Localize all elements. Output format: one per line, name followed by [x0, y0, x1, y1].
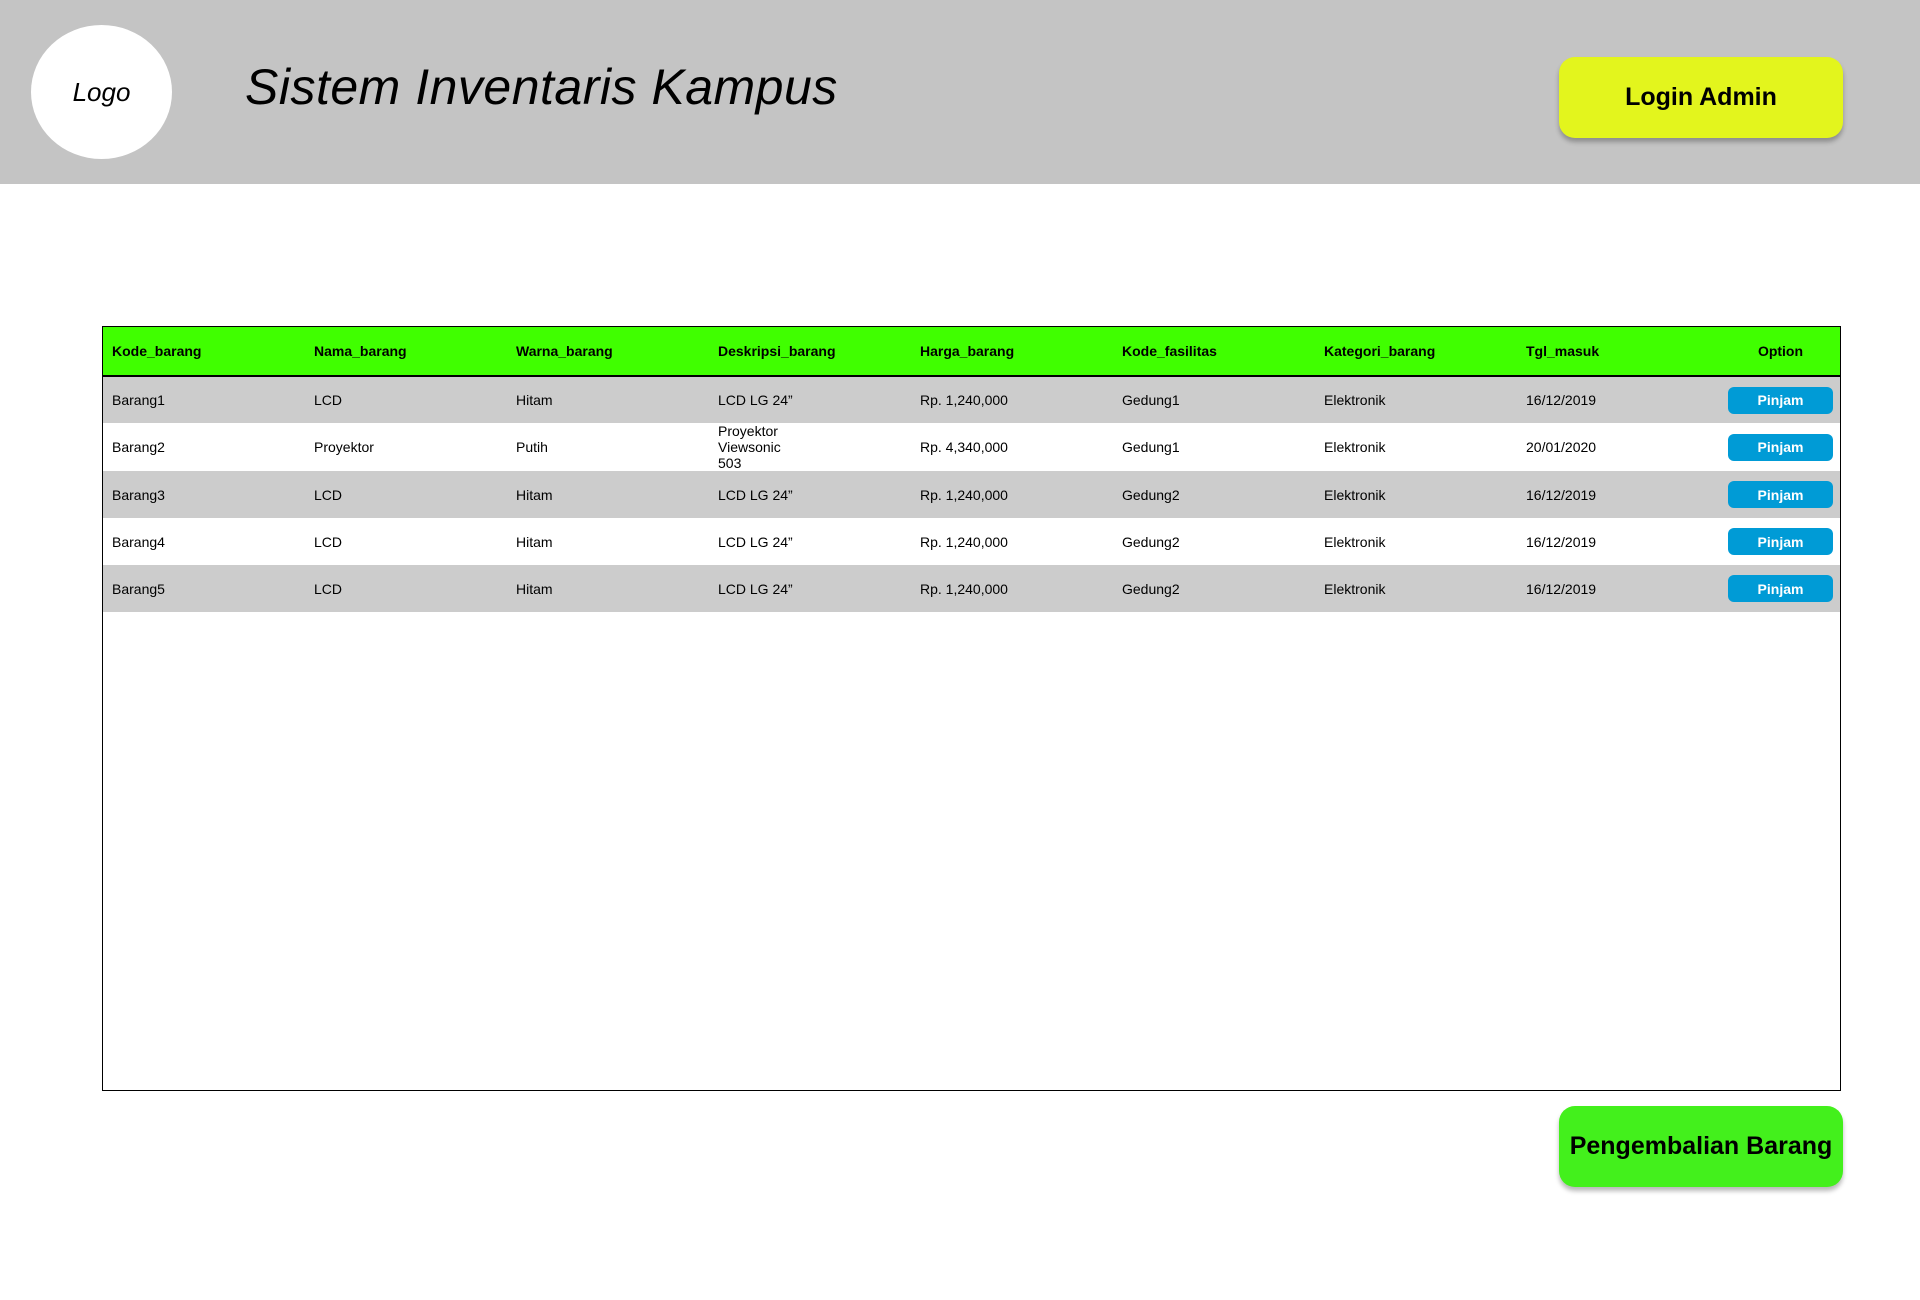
column-header-nama-barang: Nama_barang [305, 327, 507, 377]
cell-tgl-masuk: 16/12/2019 [1526, 486, 1597, 503]
cell-deskripsi-barang: Proyektor Viewsonic 503 [718, 423, 781, 471]
cell-deskripsi-barang: LCD LG 24” [718, 486, 793, 503]
cell-kode-barang: Barang1 [112, 392, 165, 408]
logo[interactable]: Logo [31, 25, 172, 159]
column-header-harga-barang: Harga_barang [911, 327, 1113, 377]
table-row: Barang2 Proyektor Putih Proyektor Viewso… [103, 423, 1840, 471]
column-header-warna-barang: Warna_barang [507, 327, 709, 377]
column-header-kode-barang: Kode_barang [103, 327, 305, 377]
cell-kode-barang: Barang5 [112, 580, 165, 597]
cell-harga-barang: Rp. 4,340,000 [920, 439, 1008, 455]
column-header-deskripsi-barang: Deskripsi_barang [709, 327, 911, 377]
inventory-table-container: Kode_barang Nama_barang Warna_barang Des… [102, 326, 1841, 1091]
cell-nama-barang: LCD [314, 486, 343, 503]
inventory-table: Kode_barang Nama_barang Warna_barang Des… [103, 327, 1840, 612]
cell-option: Pinjam [1719, 423, 1840, 471]
cell-nama-barang: LCD [314, 392, 343, 408]
cell-kode-barang: Barang4 [112, 533, 165, 550]
pinjam-button[interactable]: Pinjam [1728, 528, 1833, 555]
cell-option: Pinjam [1719, 565, 1840, 612]
table-row: Barang3 LCD Hitam LCD LG 24” Rp. 1,240,0… [103, 471, 1840, 518]
table-row: Barang1 LCD Hitam LCD LG 24” Rp. 1,240,0… [103, 376, 1840, 423]
cell-option: Pinjam [1719, 518, 1840, 565]
table-row: Barang4 LCD Hitam LCD LG 24” Rp. 1,240,0… [103, 518, 1840, 565]
cell-kode-fasilitas: Gedung1 [1122, 392, 1180, 408]
pinjam-button[interactable]: Pinjam [1728, 386, 1833, 414]
cell-option: Pinjam [1719, 471, 1840, 518]
cell-deskripsi-barang: LCD LG 24” [718, 580, 793, 597]
cell-warna-barang: Putih [516, 439, 548, 455]
app-header: Logo Sistem Inventaris Kampus Login Admi… [0, 0, 1920, 184]
cell-tgl-masuk: 16/12/2019 [1526, 580, 1597, 597]
cell-tgl-masuk: 16/12/2019 [1526, 392, 1597, 408]
pengembalian-barang-button[interactable]: Pengembalian Barang [1559, 1106, 1843, 1187]
cell-warna-barang: Hitam [516, 533, 553, 550]
cell-harga-barang: Rp. 1,240,000 [920, 533, 1008, 550]
cell-kode-barang: Barang2 [112, 439, 165, 455]
cell-nama-barang: LCD [314, 580, 343, 597]
cell-kode-fasilitas: Gedung1 [1122, 439, 1180, 455]
cell-kode-fasilitas: Gedung2 [1122, 580, 1180, 597]
cell-option: Pinjam [1719, 376, 1840, 423]
cell-tgl-masuk: 20/01/2020 [1526, 439, 1597, 455]
login-admin-button[interactable]: Login Admin [1559, 57, 1843, 138]
cell-kategori-barang: Elektronik [1324, 392, 1386, 408]
cell-deskripsi-barang: LCD LG 24” [718, 533, 793, 550]
cell-kategori-barang: Elektronik [1324, 580, 1386, 597]
cell-harga-barang: Rp. 1,240,000 [920, 580, 1008, 597]
cell-tgl-masuk: 16/12/2019 [1526, 533, 1597, 550]
cell-kategori-barang: Elektronik [1324, 533, 1386, 550]
page-title: Sistem Inventaris Kampus [245, 59, 838, 115]
table-row: Barang5 LCD Hitam LCD LG 24” Rp. 1,240,0… [103, 565, 1840, 612]
cell-nama-barang: LCD [314, 533, 343, 550]
pinjam-button[interactable]: Pinjam [1728, 433, 1833, 461]
cell-kode-fasilitas: Gedung2 [1122, 533, 1180, 550]
cell-warna-barang: Hitam [516, 486, 553, 503]
column-header-kategori-barang: Kategori_barang [1315, 327, 1517, 377]
cell-warna-barang: Hitam [516, 392, 553, 408]
column-header-tgl-masuk: Tgl_masuk [1517, 327, 1719, 377]
cell-harga-barang: Rp. 1,240,000 [920, 392, 1008, 408]
cell-nama-barang: Proyektor [314, 439, 374, 455]
cell-warna-barang: Hitam [516, 580, 553, 597]
cell-kategori-barang: Elektronik [1324, 439, 1386, 455]
pinjam-button[interactable]: Pinjam [1728, 481, 1833, 508]
pinjam-button[interactable]: Pinjam [1728, 575, 1833, 602]
cell-kategori-barang: Elektronik [1324, 486, 1386, 503]
cell-kode-barang: Barang3 [112, 486, 165, 503]
cell-kode-fasilitas: Gedung2 [1122, 486, 1180, 503]
column-header-kode-fasilitas: Kode_fasilitas [1113, 327, 1315, 377]
cell-deskripsi-barang: LCD LG 24” [718, 392, 793, 408]
cell-harga-barang: Rp. 1,240,000 [920, 486, 1008, 503]
table-header-row: Kode_barang Nama_barang Warna_barang Des… [103, 327, 1840, 377]
column-header-option: Option [1719, 327, 1840, 377]
